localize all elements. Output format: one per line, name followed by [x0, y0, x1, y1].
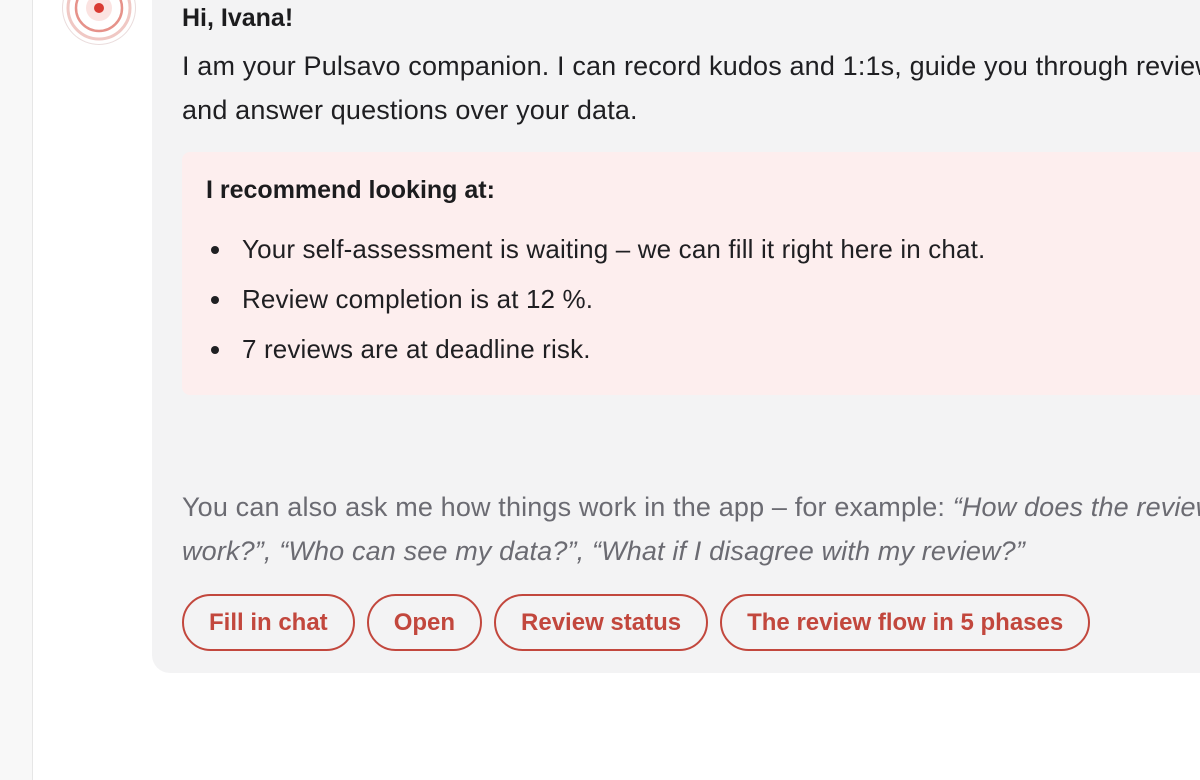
recommendations-list: Your self-assessment is waiting – we can…: [206, 224, 985, 374]
review-status-button[interactable]: Review status: [494, 594, 709, 651]
bullet-icon: [211, 246, 219, 254]
list-item: 7 reviews are at deadline risk.: [206, 324, 985, 374]
pulse-target-icon: [66, 0, 132, 41]
assistant-avatar: [63, 0, 135, 44]
bullet-icon: [211, 296, 219, 304]
list-item: Review completion is at 12 %.: [206, 274, 985, 324]
greeting-heading: Hi, Ivana!: [182, 4, 294, 32]
recommendations-title: I recommend looking at:: [206, 176, 495, 204]
quick-actions: Fill in chat Open Review status The revi…: [182, 594, 1091, 651]
recommendation-text: 7 reviews are at deadline risk.: [242, 334, 591, 364]
bullet-icon: [211, 346, 219, 354]
recommendation-text: Your self-assessment is waiting – we can…: [242, 234, 986, 264]
recommendations-box: I recommend looking at: Your self-assess…: [182, 152, 1200, 395]
review-flow-button[interactable]: The review flow in 5 phases: [720, 594, 1091, 651]
recommendation-text: Review completion is at 12 %.: [242, 284, 594, 314]
help-note: You can also ask me how things work in t…: [182, 485, 1200, 573]
open-button[interactable]: Open: [366, 594, 483, 651]
list-item: Your self-assessment is waiting – we can…: [206, 224, 985, 274]
intro-text: I am your Pulsavo companion. I can recor…: [182, 51, 1200, 125]
help-note-prefix: You can also ask me how things work in t…: [182, 492, 953, 522]
fill-in-chat-button[interactable]: Fill in chat: [182, 594, 355, 651]
